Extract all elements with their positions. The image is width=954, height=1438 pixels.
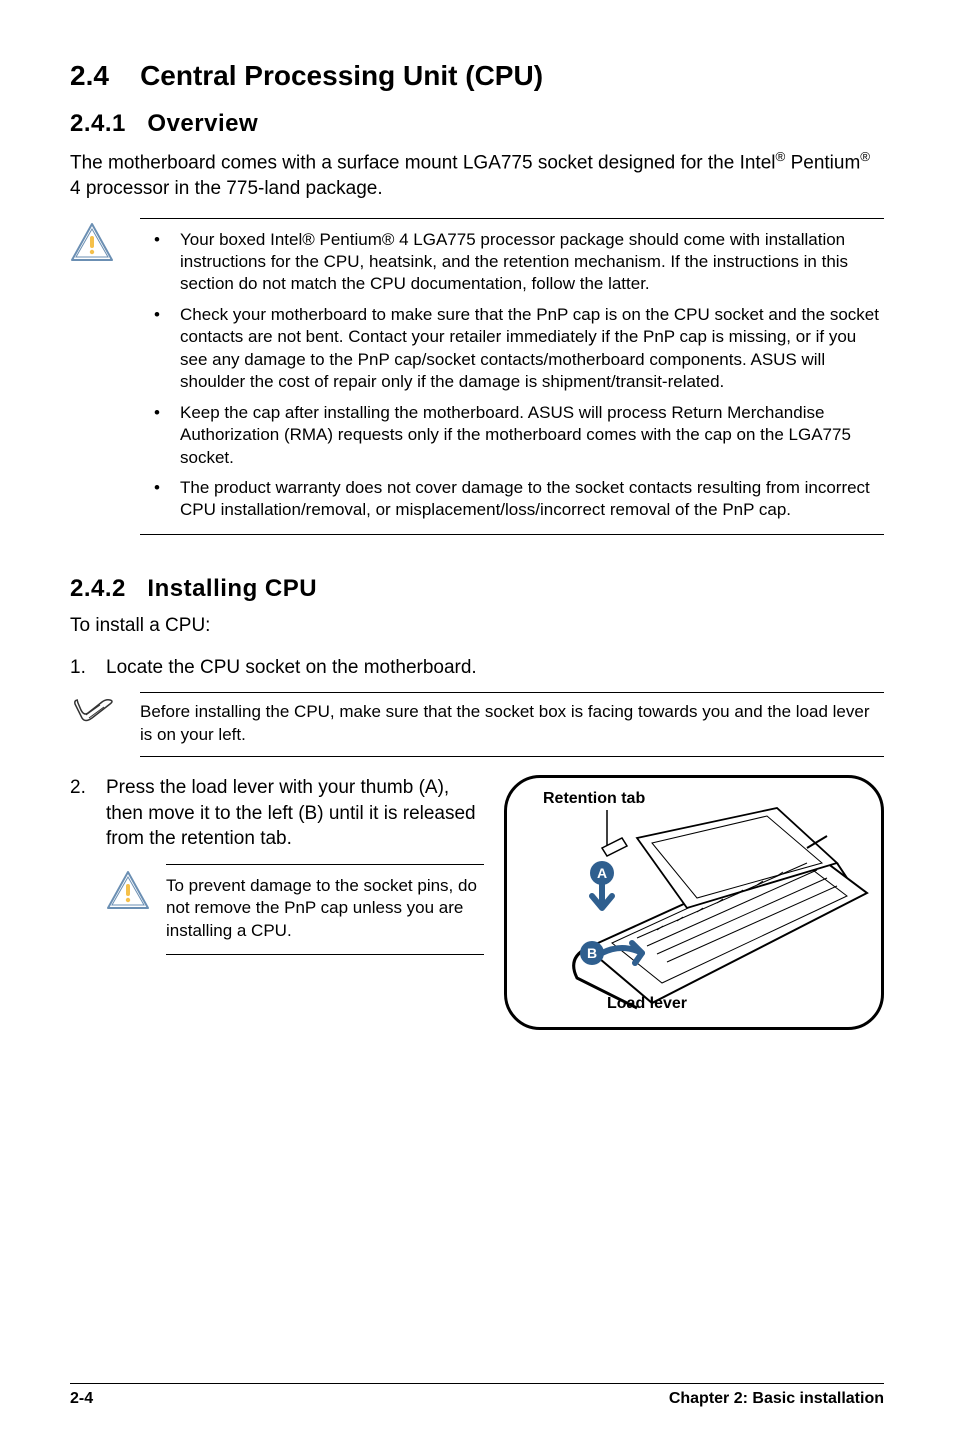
section-title: 2.4 Central Processing Unit (CPU) xyxy=(70,60,884,92)
caution-icon xyxy=(70,218,140,267)
diagram-label-load-lever: Load lever xyxy=(607,995,687,1013)
reg-mark: ® xyxy=(776,149,786,164)
subsection-install-title: 2.4.2 Installing CPU xyxy=(70,575,884,603)
subsection-number: 2.4.1 xyxy=(70,110,126,137)
step-text: Locate the CPU socket on the motherboard… xyxy=(106,655,884,681)
caution-icon xyxy=(106,864,166,915)
caution-item: The product warranty does not cover dama… xyxy=(164,477,884,522)
diagram-label-retention-tab: Retention tab xyxy=(543,790,645,808)
step-text: Press the load lever with your thumb (A)… xyxy=(106,775,484,852)
intro-post: 4 processor in the 775-land package. xyxy=(70,178,383,199)
note-icon xyxy=(70,692,140,731)
intro-mid: Pentium xyxy=(785,152,860,173)
step-1: 1. Locate the CPU socket on the motherbo… xyxy=(70,655,884,681)
socket-diagram: Retention tab Load lever xyxy=(504,775,884,1030)
caution-block-1: Your boxed Intel® Pentium® 4 LGA775 proc… xyxy=(70,218,884,535)
page-number: 2-4 xyxy=(70,1390,93,1408)
caution-content-1: Your boxed Intel® Pentium® 4 LGA775 proc… xyxy=(140,218,884,535)
step-number: 2. xyxy=(70,775,106,852)
section-number: 2.4 xyxy=(70,60,109,91)
step-2: 2. Press the load lever with your thumb … xyxy=(70,775,484,852)
intro-pre: The motherboard comes with a surface mou… xyxy=(70,152,776,173)
marker-a: A xyxy=(597,865,607,881)
caution-block-2: To prevent damage to the socket pins, do… xyxy=(106,864,484,955)
note-block: Before installing the CPU, make sure tha… xyxy=(70,692,884,757)
subsection-number: 2.4.2 xyxy=(70,575,126,602)
install-intro: To install a CPU: xyxy=(70,613,884,639)
caution-item: Keep the cap after installing the mother… xyxy=(164,402,884,469)
chapter-label: Chapter 2: Basic installation xyxy=(669,1390,884,1408)
caution-content-2: To prevent damage to the socket pins, do… xyxy=(166,864,484,955)
marker-b: B xyxy=(587,945,597,961)
page-footer: 2-4 Chapter 2: Basic installation xyxy=(70,1383,884,1408)
caution-item: Your boxed Intel® Pentium® 4 LGA775 proc… xyxy=(164,229,884,296)
overview-intro: The motherboard comes with a surface mou… xyxy=(70,148,884,202)
note-content: Before installing the CPU, make sure tha… xyxy=(140,692,884,757)
subsection-overview-title: 2.4.1 Overview xyxy=(70,110,884,138)
step-number: 1. xyxy=(70,655,106,681)
socket-svg: A B xyxy=(507,778,884,1030)
section-title-text: Central Processing Unit (CPU) xyxy=(140,60,543,91)
subsection-title-text: Installing CPU xyxy=(147,575,317,602)
caution-item: Check your motherboard to make sure that… xyxy=(164,304,884,394)
subsection-title-text: Overview xyxy=(147,110,258,137)
reg-mark: ® xyxy=(860,149,870,164)
